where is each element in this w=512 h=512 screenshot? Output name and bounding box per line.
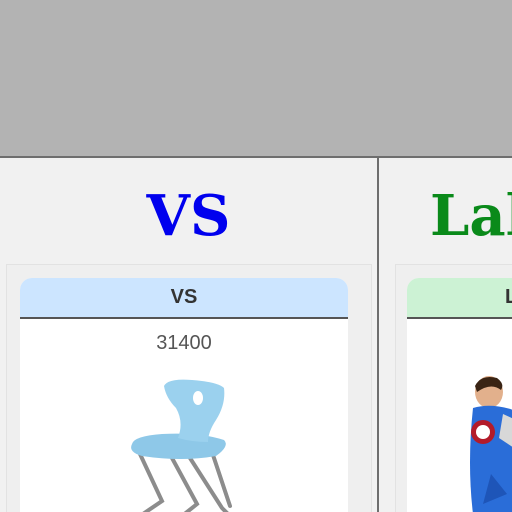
product-card-left[interactable]: VS 31400 — [20, 278, 348, 512]
product-card-header-right: L — [407, 278, 512, 319]
top-bar — [0, 0, 512, 156]
product-id: 31400 — [156, 332, 212, 354]
product-card-header: VS — [20, 278, 348, 319]
brand-title-left: VS — [146, 183, 231, 249]
product-card-right[interactable]: L — [407, 278, 512, 512]
comparison-panel-left: VS VS 31400 — [0, 158, 377, 512]
comparison-panel-right: Lak L — [379, 158, 512, 512]
costume-boy-image — [470, 376, 512, 512]
brand-title-right: Lak — [430, 183, 512, 249]
chair-image — [131, 379, 232, 512]
